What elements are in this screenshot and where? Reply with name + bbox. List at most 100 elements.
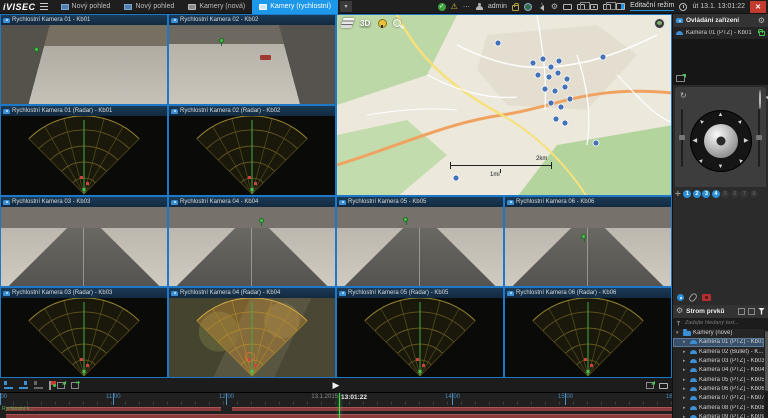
- expand-icon[interactable]: ▸: [683, 377, 688, 383]
- pan-down-arrow[interactable]: ▼: [718, 164, 724, 170]
- filter-icon[interactable]: [758, 308, 765, 315]
- tree-item-kamera-01[interactable]: ▸ Kamera 01 (PTZ) - Kb01: [673, 338, 764, 347]
- panel-settings-icon[interactable]: ⚙: [758, 17, 765, 25]
- tree-item-kamera-03[interactable]: ▸ Kamera 03 (PTZ) - Kb03: [673, 356, 764, 365]
- unlocked-icon[interactable]: [759, 31, 765, 36]
- settings-gear-icon[interactable]: ⚙: [551, 3, 558, 11]
- edit-mode-label[interactable]: Editační režim: [630, 2, 674, 11]
- tree-gear-icon[interactable]: ⚙: [676, 307, 683, 315]
- expand-icon[interactable]: ▸: [683, 395, 688, 401]
- tab-overflow-chevron[interactable]: ▾: [340, 1, 352, 12]
- video-feed[interactable]: [169, 25, 335, 105]
- camera-tile-05[interactable]: Rychlostní Kamera 05 - Kb05: [336, 196, 504, 287]
- attachment-icon[interactable]: [688, 292, 698, 303]
- preset-button-1[interactable]: 1: [683, 190, 691, 198]
- tab-new-view-2[interactable]: Nový pohled: [117, 0, 181, 14]
- lock-icon[interactable]: [512, 5, 519, 11]
- export-snapshot-icon[interactable]: [71, 382, 79, 389]
- pan-up-arrow[interactable]: ▲: [718, 112, 724, 118]
- tree-link-icon[interactable]: [748, 308, 755, 315]
- username[interactable]: admin: [488, 3, 507, 10]
- timeline-playhead[interactable]: [339, 393, 340, 418]
- focus-icon[interactable]: ↻: [680, 91, 687, 100]
- camera-tile-02[interactable]: Rychlostní Kamera 02 - Kb02: [168, 14, 336, 105]
- more-alerts-icon[interactable]: ⋯: [463, 3, 471, 11]
- expand-icon[interactable]: ▸: [683, 339, 688, 345]
- radar-tile-04[interactable]: Rychlostní Kamera 04 (Radar) - Kb04: [168, 287, 336, 378]
- monitor-icon[interactable]: [563, 4, 572, 10]
- tree-item-kamera-04[interactable]: ▸ Kamera 04 (PTZ) - Kb04: [673, 366, 764, 375]
- joystick-knob[interactable]: [704, 124, 738, 158]
- zoom-slider[interactable]: [758, 109, 760, 167]
- tree-group-kamery-nove[interactable]: ▾ Kamery (nové): [673, 329, 764, 338]
- camera-tile-04[interactable]: Rychlostní Kamera 04 - Kb04: [168, 196, 336, 287]
- tab-new-view-1[interactable]: Nový pohled: [54, 0, 118, 14]
- tree-item-kamera-05[interactable]: ▸ Kamera 05 (PTZ) - Kb05: [673, 375, 764, 384]
- expand-icon[interactable]: ▸: [683, 367, 688, 373]
- tree-expand-icon[interactable]: [738, 308, 745, 315]
- radar-tile-05[interactable]: Rychlostní Kamera 05 (Radar) - Kb05: [336, 287, 504, 378]
- preset-button-8[interactable]: 8: [750, 190, 758, 198]
- globe-icon[interactable]: [524, 3, 532, 11]
- side-panel-toggle-icon[interactable]: [616, 3, 625, 10]
- ptz-joystick[interactable]: ▲ ▼ ◀ ▶ ▲ ▲ ▼ ▼: [690, 110, 752, 172]
- timeline-step-back-icon[interactable]: [4, 381, 13, 389]
- play-button[interactable]: ▶: [333, 378, 340, 392]
- fullscreen-icon[interactable]: [659, 383, 668, 389]
- preset-button-3[interactable]: 3: [702, 190, 710, 198]
- map-layers-icon[interactable]: [340, 18, 354, 28]
- expand-icon[interactable]: ▸: [683, 386, 688, 392]
- video-feed[interactable]: [1, 25, 167, 105]
- tree-scrollbar[interactable]: [764, 329, 768, 418]
- pan-right-arrow[interactable]: ▶: [744, 138, 749, 144]
- tree-item-kamera-02[interactable]: ▸ Kamera 02 (Bullet) - K...: [673, 347, 764, 356]
- status-ok-icon[interactable]: ✓: [438, 3, 446, 11]
- expand-icon[interactable]: ▸: [683, 414, 688, 418]
- warning-icon[interactable]: ⚠: [451, 3, 458, 11]
- tab-kamery-rychlostni[interactable]: Kamery (rychlostní): [252, 0, 338, 14]
- radar-view[interactable]: [169, 116, 335, 196]
- cascade-windows-icon[interactable]: [577, 4, 585, 10]
- radar-tile-06[interactable]: Rychlostní Kamera 06 (Radar) - Kb06: [504, 287, 672, 378]
- close-button[interactable]: ✕: [750, 1, 766, 13]
- timeline-ruler[interactable]: 10:00 11:00 12:00 14:00 15:00 16:00 13.1…: [0, 393, 672, 405]
- pan-downright-arrow[interactable]: ▼: [735, 156, 743, 164]
- pan-downleft-arrow[interactable]: ▼: [697, 156, 705, 164]
- main-menu-icon[interactable]: [40, 3, 48, 10]
- preset-button-4[interactable]: 4: [712, 190, 720, 198]
- radar-tile-01[interactable]: Rychlostní Kamera 01 (Radar) - Kb01: [0, 105, 168, 196]
- tree-item-kamera-07[interactable]: ▸ Kamera 07 (PTZ) - Kb07: [673, 394, 764, 403]
- pan-upright-arrow[interactable]: ▲: [735, 118, 743, 126]
- tab-kamery-nova[interactable]: Kamery (nová): [181, 0, 252, 14]
- open-preview-icon[interactable]: [676, 75, 685, 82]
- connection-icon[interactable]: [677, 294, 684, 301]
- duplicate-window-icon[interactable]: [603, 4, 611, 10]
- home-position-icon[interactable]: ✛: [675, 190, 681, 198]
- video-feed[interactable]: [169, 207, 335, 287]
- radar-tile-03[interactable]: Rychlostní Kamera 03 (Radar) - Kb03: [0, 287, 168, 378]
- collapse-icon[interactable]: ▾: [676, 330, 681, 336]
- recording-track-2[interactable]: [0, 413, 672, 418]
- map-3d-button[interactable]: 3D: [360, 19, 370, 28]
- add-bookmark-icon[interactable]: [49, 381, 51, 390]
- save-view-icon[interactable]: [646, 382, 654, 389]
- radar-view[interactable]: [1, 116, 167, 196]
- video-feed[interactable]: [337, 207, 503, 287]
- audio-icon[interactable]: [537, 3, 546, 11]
- radar-satellite-view[interactable]: [169, 298, 335, 378]
- video-feed[interactable]: [505, 207, 671, 287]
- map-panel[interactable]: 3D 2km 1mi: [336, 14, 672, 196]
- zoom-icon[interactable]: [759, 91, 761, 109]
- preset-button-2[interactable]: 2: [693, 190, 701, 198]
- preset-button-7[interactable]: 7: [740, 190, 748, 198]
- tree-item-kamera-08[interactable]: ▸ Kamera 08 (PTZ) - Kb08: [673, 403, 764, 412]
- camera-view-icon[interactable]: [590, 4, 598, 10]
- expand-icon[interactable]: ▸: [683, 358, 688, 364]
- camera-tile-06[interactable]: Rychlostní Kamera 06 - Kb06: [504, 196, 672, 287]
- tree-item-kamera-06[interactable]: ▸ Kamera 06 (PTZ) - Kb06: [673, 384, 764, 393]
- map-search-icon[interactable]: [393, 19, 401, 27]
- focus-slider[interactable]: [681, 109, 683, 167]
- recording-camera-icon[interactable]: [702, 294, 711, 301]
- pan-left-arrow[interactable]: ◀: [693, 138, 698, 144]
- timeline-range-icon[interactable]: [34, 381, 43, 389]
